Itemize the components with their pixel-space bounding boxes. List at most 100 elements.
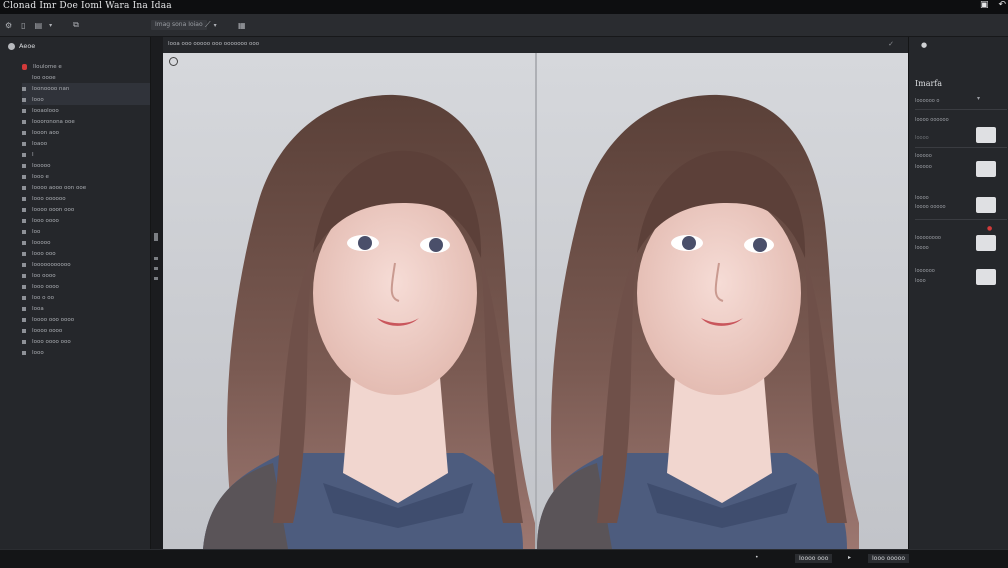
tree-item[interactable]: Iooo ooo bbox=[22, 248, 150, 259]
property-sublabel: Iooooo bbox=[915, 164, 932, 170]
layer-icon bbox=[22, 97, 26, 102]
chevron-down-icon[interactable]: ▾ bbox=[977, 95, 980, 102]
tree-item[interactable]: Iooo bbox=[22, 347, 150, 358]
brush-icon[interactable]: ⟋ bbox=[205, 20, 211, 30]
undo-icon[interactable]: ↶ bbox=[998, 0, 1006, 10]
panel-icon bbox=[8, 42, 15, 50]
blank-icon bbox=[22, 76, 26, 80]
left-panel: Aeoe Iloulome e Ioo oooe Ioonoooo nan Io… bbox=[0, 37, 151, 549]
canvas-title: Iooa ooo ooooo ooo ooooooo ooo bbox=[168, 41, 260, 47]
window-title: Clonad Imr Doe Ioml Wara Ina Idaa bbox=[3, 1, 172, 11]
layer-icon bbox=[22, 86, 26, 91]
status-field-left[interactable]: Ioooo ooo bbox=[795, 554, 833, 563]
tree-item[interactable]: Ioooronona ooe bbox=[22, 116, 150, 127]
left-panel-header: Aeoe bbox=[8, 42, 35, 50]
tree-item-label: Ioooo ooo oooo bbox=[32, 316, 75, 323]
tree-item[interactable]: Ioaoo bbox=[22, 138, 150, 149]
folder-icon[interactable]: ▤ bbox=[35, 21, 43, 30]
layer-icon bbox=[22, 284, 26, 289]
tree-item[interactable]: Ioooo aooo oon ooe bbox=[22, 182, 150, 193]
layer-icon bbox=[22, 174, 26, 179]
layer-icon bbox=[22, 262, 26, 267]
splitter-handle[interactable] bbox=[154, 233, 158, 241]
maximize-icon[interactable]: ▣ bbox=[980, 0, 989, 10]
tree-item[interactable]: Iloulome e bbox=[22, 61, 150, 72]
tree-item-label: Ioonoooo nan bbox=[32, 85, 70, 92]
layer-icon bbox=[22, 295, 26, 300]
tree-item-label: Iloulome e bbox=[33, 63, 62, 70]
image-canvas[interactable] bbox=[163, 53, 908, 549]
tree-item-label: Iooa bbox=[32, 305, 44, 312]
color-swatch[interactable] bbox=[976, 235, 996, 251]
tree-item[interactable]: Ioooo oooo bbox=[22, 325, 150, 336]
layer-icon bbox=[22, 306, 26, 311]
brush-tool[interactable]: ⟋ ▾ bbox=[205, 19, 217, 31]
zoom-field[interactable]: Imag sona Ioiao bbox=[151, 20, 207, 30]
check-icon[interactable]: ✓ bbox=[888, 40, 894, 48]
property-sublabel: Iooo bbox=[915, 278, 926, 284]
tree-item[interactable]: Ioonoooo nan bbox=[22, 83, 150, 94]
color-swatch[interactable] bbox=[976, 161, 996, 177]
toolbar-group-left: ⚙ ▯ ▤ ▾ ⧉ bbox=[5, 19, 79, 31]
splitter-dot bbox=[154, 267, 158, 270]
layer-icon bbox=[22, 317, 26, 322]
color-swatch[interactable] bbox=[976, 127, 996, 143]
layer-icon bbox=[22, 218, 26, 223]
gear-icon[interactable]: ⚙ bbox=[5, 21, 12, 30]
tree-item[interactable]: Iooa bbox=[22, 303, 150, 314]
tree-item[interactable]: Iooo bbox=[22, 94, 150, 105]
tree-item[interactable]: Ioo oooo bbox=[22, 270, 150, 281]
tree-item[interactable]: Iooo oooo ooo bbox=[22, 336, 150, 347]
splitter-dot bbox=[154, 257, 158, 260]
layer-icon bbox=[22, 163, 26, 168]
tree-item-label: Ioo bbox=[32, 228, 41, 235]
alert-icon: ● bbox=[987, 225, 993, 232]
canvas-pane-left[interactable] bbox=[163, 53, 535, 549]
tree-item[interactable]: Ioo oooe bbox=[22, 72, 150, 83]
layer-icon bbox=[22, 152, 26, 157]
tree-item[interactable]: Iooooo bbox=[22, 237, 150, 248]
panel-dot-icon: ● bbox=[921, 41, 928, 49]
tree-item[interactable]: Iooaolooo bbox=[22, 105, 150, 116]
layer-icon bbox=[22, 141, 26, 146]
tree-item[interactable]: Ioo o oo bbox=[22, 292, 150, 303]
layer-icon bbox=[22, 328, 26, 333]
layer-icon bbox=[22, 185, 26, 190]
property-label: Iooooo bbox=[915, 153, 932, 159]
file-icon[interactable]: ▯ bbox=[21, 21, 25, 30]
canvas-pane-right[interactable] bbox=[537, 53, 908, 549]
layers-icon[interactable]: ⧉ bbox=[73, 20, 79, 30]
tree-item[interactable]: Iooooooooooo bbox=[22, 259, 150, 270]
portrait-image-right bbox=[537, 94, 859, 549]
right-panel: ● Imarfa Ioooooo o ▾ Ioooo oooooo Ioooo … bbox=[908, 37, 1008, 549]
tree-item[interactable]: Iooon aoo bbox=[22, 127, 150, 138]
tree-item[interactable]: Iooo oooo bbox=[22, 215, 150, 226]
tree-item[interactable]: Iooo oooooo bbox=[22, 193, 150, 204]
tree-item-label: Iooo bbox=[32, 96, 44, 103]
color-swatch[interactable] bbox=[976, 197, 996, 213]
tree-item-label: Iooooooooooo bbox=[32, 261, 71, 268]
chevron-down-icon[interactable]: ▾ bbox=[49, 22, 52, 29]
layer-tree: Iloulome e Ioo oooe Ioonoooo nan Iooo Io… bbox=[22, 61, 150, 358]
panel-gutter[interactable] bbox=[151, 37, 163, 549]
tree-item[interactable]: Ioooo ooon ooo bbox=[22, 204, 150, 215]
chevron-down-icon[interactable]: ▾ bbox=[214, 22, 217, 29]
reset-view-icon[interactable] bbox=[169, 57, 178, 66]
play-icon[interactable]: ▸ bbox=[848, 554, 851, 561]
tree-item[interactable]: Iooo oooo bbox=[22, 281, 150, 292]
tree-item[interactable]: Ioooo ooo oooo bbox=[22, 314, 150, 325]
zoom-control[interactable]: Imag sona Ioiao bbox=[151, 19, 207, 31]
grid-tool[interactable]: ▦ bbox=[238, 19, 246, 31]
tree-item[interactable]: Iooo e bbox=[22, 171, 150, 182]
color-swatch[interactable] bbox=[976, 269, 996, 285]
tree-item-label: Ioo oooe bbox=[32, 74, 56, 81]
status-field-right[interactable]: Iooo ooooo bbox=[868, 554, 910, 563]
tree-item[interactable]: Ioo bbox=[22, 226, 150, 237]
property-sublabel: Ioooo ooooo bbox=[915, 204, 946, 210]
tree-item-label: Iooo e bbox=[32, 173, 49, 180]
tree-item[interactable]: Iooooo bbox=[22, 160, 150, 171]
properties-title: Imarfa bbox=[915, 79, 943, 88]
grid-icon[interactable]: ▦ bbox=[238, 21, 246, 30]
tree-item[interactable]: I bbox=[22, 149, 150, 160]
tree-item-label: Iooo ooo bbox=[32, 250, 56, 257]
